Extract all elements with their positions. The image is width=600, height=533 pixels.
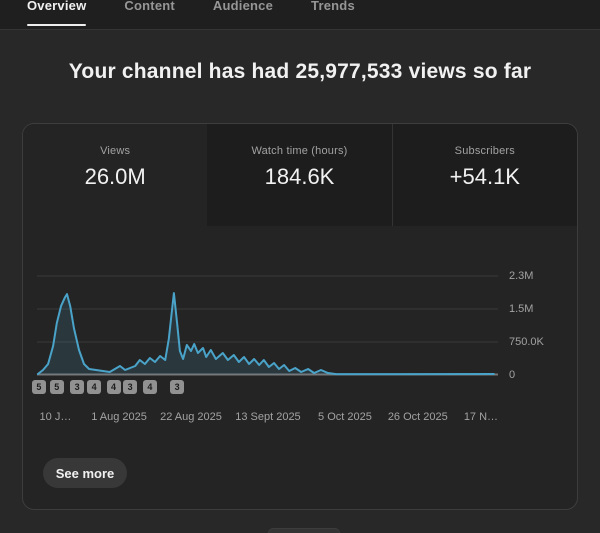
metric-card-subscribers[interactable]: Subscribers +54.1K xyxy=(392,124,577,226)
metrics-row: Views 26.0MWatch time (hours) 184.6KSubscr… xyxy=(23,124,577,226)
metric-card-views[interactable]: Views 26.0M xyxy=(23,124,207,226)
y-axis-label: 0 xyxy=(509,368,515,382)
metric-value: 26.0M xyxy=(23,164,207,190)
active-tab-underline xyxy=(27,24,86,27)
views-line xyxy=(38,293,494,374)
videos-published-marker[interactable]: 5 xyxy=(32,380,46,394)
next-card-peek xyxy=(268,528,340,533)
analytics-tab-bar: Overview Content Audience Trends xyxy=(0,0,600,30)
views-area-fill xyxy=(38,293,494,374)
analytics-page: Overview Content Audience Trends Your chann… xyxy=(0,0,600,533)
videos-published-marker[interactable]: 4 xyxy=(143,380,157,394)
y-axis-label: 750.0K xyxy=(509,335,544,349)
videos-published-marker[interactable]: 4 xyxy=(107,380,121,394)
tab-label: Overview xyxy=(27,0,86,13)
tab-trends[interactable]: Trends xyxy=(311,0,355,30)
x-axis-label: 26 Oct 2025 xyxy=(388,411,448,423)
metric-card-watch-time-hours[interactable]: Watch time (hours) 184.6K xyxy=(207,124,391,226)
tab-label: Content xyxy=(124,0,175,13)
x-axis-label: 1 Aug 2025 xyxy=(91,411,147,423)
analytics-summary-card: Views 26.0MWatch time (hours) 184.6KSubscr… xyxy=(22,123,578,510)
y-axis-label: 1.5M xyxy=(509,302,533,316)
x-axis-label: 17 N… xyxy=(464,411,498,423)
tab-label: Trends xyxy=(311,0,355,13)
x-axis-label: 22 Aug 2025 xyxy=(160,411,222,423)
y-axis-label: 2.3M xyxy=(509,269,533,283)
tab-overview[interactable]: Overview xyxy=(27,0,86,30)
tab-content[interactable]: Content xyxy=(124,0,175,30)
x-axis-label: 5 Oct 2025 xyxy=(318,411,372,423)
tab-label: Audience xyxy=(213,0,273,13)
videos-published-marker[interactable]: 4 xyxy=(87,380,101,394)
tab-audience[interactable]: Audience xyxy=(213,0,273,30)
metric-label: Subscribers xyxy=(393,145,577,157)
videos-published-marker[interactable]: 3 xyxy=(70,380,84,394)
metric-value: 184.6K xyxy=(207,164,391,190)
metric-label: Views xyxy=(23,145,207,157)
metric-label: Watch time (hours) xyxy=(207,145,391,157)
videos-published-marker[interactable]: 3 xyxy=(170,380,184,394)
videos-published-marker[interactable]: 5 xyxy=(50,380,64,394)
channel-views-headline: Your channel has had 25,977,533 views so… xyxy=(0,30,600,93)
x-axis-label: 10 J… xyxy=(40,411,72,423)
x-axis-label: 13 Sept 2025 xyxy=(235,411,300,423)
see-more-button[interactable]: See more xyxy=(43,458,127,488)
metric-value: +54.1K xyxy=(393,164,577,190)
videos-published-marker[interactable]: 3 xyxy=(123,380,137,394)
